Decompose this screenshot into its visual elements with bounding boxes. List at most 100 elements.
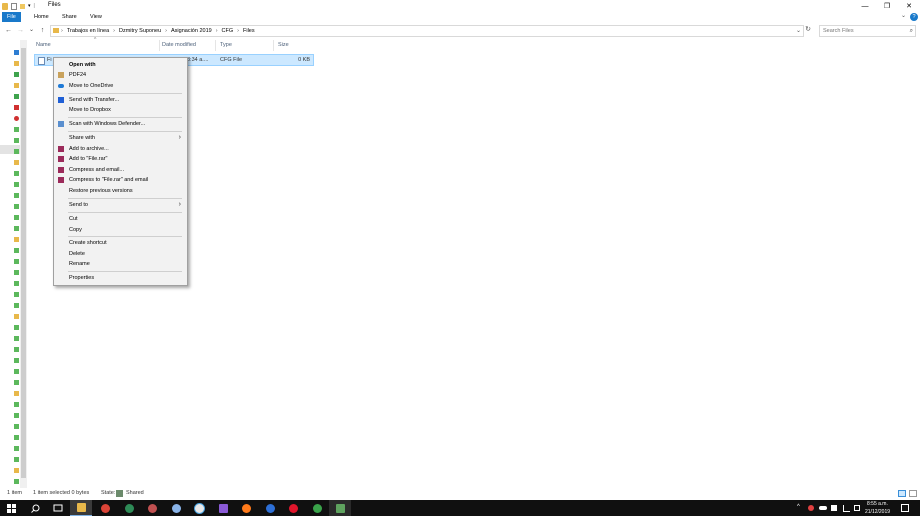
nav-tree-folder-icon[interactable] xyxy=(14,325,19,330)
forward-button[interactable]: → xyxy=(16,26,25,35)
nav-tree-folder-icon[interactable] xyxy=(14,281,19,286)
menu-item-pdf24[interactable]: PDF24 xyxy=(56,70,185,80)
address-dropdown-icon[interactable]: ⌄ xyxy=(796,26,801,36)
search-icon[interactable]: ⌕ xyxy=(910,26,913,36)
nav-tree-folder-icon[interactable] xyxy=(14,391,19,396)
back-button[interactable]: ← xyxy=(4,26,13,35)
menu-item-move-to-dropbox[interactable]: Move to Dropbox xyxy=(56,105,185,115)
nav-tree-folder-icon[interactable] xyxy=(14,116,19,121)
menu-item-add-to-archive[interactable]: Add to archive... xyxy=(56,144,185,154)
nav-tree-folder-icon[interactable] xyxy=(14,72,19,77)
nav-tree-folder-icon[interactable] xyxy=(14,83,19,88)
menu-item-compress-rar-and-email[interactable]: Compress to "File.rar" and email xyxy=(56,175,185,185)
taskbar-app[interactable] xyxy=(118,500,140,516)
menu-item-send-to[interactable]: Send to › xyxy=(56,200,185,210)
nav-tree-folder-icon[interactable] xyxy=(14,457,19,462)
taskbar-chrome[interactable] xyxy=(94,500,116,516)
breadcrumb-separator[interactable]: › xyxy=(216,26,218,36)
task-view-button[interactable] xyxy=(47,500,69,516)
onedrive-cloud-icon[interactable] xyxy=(819,506,827,510)
tab-home[interactable]: Home xyxy=(29,12,54,22)
tab-file[interactable]: File xyxy=(2,12,21,22)
minimize-button[interactable]: — xyxy=(854,0,876,12)
large-icons-view-icon[interactable] xyxy=(909,490,917,497)
menu-item-rename[interactable]: Rename xyxy=(56,259,185,269)
address-bar[interactable]: › Trabajos en línea › Dzmitry Suponeu › … xyxy=(50,25,804,37)
nav-tree-folder-icon[interactable] xyxy=(14,479,19,484)
breadcrumb-item[interactable]: Asignación 2019 xyxy=(171,26,212,36)
taskbar-search-button[interactable] xyxy=(24,500,46,516)
tab-view[interactable]: View xyxy=(85,12,107,22)
column-date-modified[interactable]: Date modified xyxy=(158,40,216,51)
close-button[interactable]: ✕ xyxy=(898,0,920,12)
nav-tree-folder-icon[interactable] xyxy=(14,127,19,132)
nav-tree-folder-icon[interactable] xyxy=(14,138,19,143)
menu-item-share-with[interactable]: Share with › xyxy=(56,133,185,143)
nav-tree-folder-icon[interactable] xyxy=(14,446,19,451)
breadcrumb-separator[interactable]: › xyxy=(113,26,115,36)
action-center-icon[interactable] xyxy=(901,504,909,512)
nav-tree-folder-icon[interactable] xyxy=(14,160,19,165)
menu-item-copy[interactable]: Copy xyxy=(56,225,185,235)
help-icon[interactable]: ? xyxy=(910,13,918,21)
column-type[interactable]: Type xyxy=(216,40,274,51)
nav-tree-folder-icon[interactable] xyxy=(14,358,19,363)
volume-icon[interactable] xyxy=(854,505,860,511)
nav-tree-folder-icon[interactable] xyxy=(14,193,19,198)
nav-tree-folder-icon[interactable] xyxy=(14,336,19,341)
tray-chevron-icon[interactable]: ^ xyxy=(797,504,800,510)
tray-time[interactable]: 8:55 a.m. xyxy=(867,501,888,507)
nav-tree-folder-icon[interactable] xyxy=(14,369,19,374)
menu-item-compress-and-email[interactable]: Compress and email... xyxy=(56,165,185,175)
breadcrumb-separator[interactable]: › xyxy=(165,26,167,36)
nav-tree-folder-icon[interactable] xyxy=(14,303,19,308)
taskbar-app[interactable] xyxy=(329,500,351,516)
up-button[interactable]: ↑ xyxy=(38,26,47,35)
nav-tree-folder-icon[interactable] xyxy=(14,292,19,297)
network-icon[interactable] xyxy=(843,505,850,512)
menu-item-delete[interactable]: Delete xyxy=(56,249,185,259)
nav-tree-folder-icon[interactable] xyxy=(14,50,19,55)
breadcrumb-separator[interactable]: › xyxy=(237,26,239,36)
taskbar-app[interactable] xyxy=(188,500,210,516)
taskbar-opera[interactable] xyxy=(282,500,304,516)
breadcrumb-item[interactable]: Dzmitry Suponeu xyxy=(119,26,161,36)
menu-item-restore-previous-versions[interactable]: Restore previous versions xyxy=(56,186,185,196)
nav-tree-folder-icon[interactable] xyxy=(14,402,19,407)
nav-tree-folder-icon[interactable] xyxy=(14,61,19,66)
taskbar-app[interactable] xyxy=(141,500,163,516)
taskbar-settings[interactable] xyxy=(165,500,187,516)
nav-tree-folder-icon[interactable] xyxy=(14,259,19,264)
column-size[interactable]: Size xyxy=(274,40,314,51)
nav-tree-folder-icon[interactable] xyxy=(14,237,19,242)
nav-tree-folder-icon[interactable] xyxy=(14,270,19,275)
menu-item-cut[interactable]: Cut xyxy=(56,214,185,224)
customize-qat-icon[interactable]: ▾ xyxy=(28,3,31,9)
taskbar-file-explorer[interactable] xyxy=(70,500,92,516)
tab-share[interactable]: Share xyxy=(57,12,82,22)
new-folder-icon[interactable] xyxy=(20,3,25,9)
nav-tree-folder-icon[interactable] xyxy=(14,424,19,429)
taskbar-app[interactable] xyxy=(259,500,281,516)
refresh-button[interactable]: ↻ xyxy=(803,25,813,35)
nav-tree-folder-icon[interactable] xyxy=(14,226,19,231)
nav-tree-folder-icon[interactable] xyxy=(14,149,19,154)
taskbar-app[interactable] xyxy=(306,500,328,516)
nav-tree-folder-icon[interactable] xyxy=(14,314,19,319)
menu-item-move-to-onedrive[interactable]: Move to OneDrive xyxy=(56,81,185,91)
dropbox-icon[interactable] xyxy=(831,505,837,511)
taskbar-firefox[interactable] xyxy=(235,500,257,516)
tray-date[interactable]: 21/12/2019 xyxy=(865,509,890,515)
tray-app-icon[interactable] xyxy=(808,505,814,511)
nav-tree-folder-icon[interactable] xyxy=(14,204,19,209)
nav-tree-folder-icon[interactable] xyxy=(14,105,19,110)
start-button[interactable] xyxy=(0,500,22,516)
file-name[interactable]: Fi xyxy=(47,55,52,65)
nav-tree-folder-icon[interactable] xyxy=(14,248,19,253)
nav-tree-folder-icon[interactable] xyxy=(14,413,19,418)
menu-item-add-to-rar[interactable]: Add to "File.rar" xyxy=(56,154,185,164)
expand-ribbon-icon[interactable]: ⌄ xyxy=(901,12,906,19)
menu-item-send-with-transfer[interactable]: Send with Transfer... xyxy=(56,95,185,105)
nav-tree-folder-icon[interactable] xyxy=(14,380,19,385)
menu-item-scan-defender[interactable]: Scan with Windows Defender... xyxy=(56,119,185,129)
